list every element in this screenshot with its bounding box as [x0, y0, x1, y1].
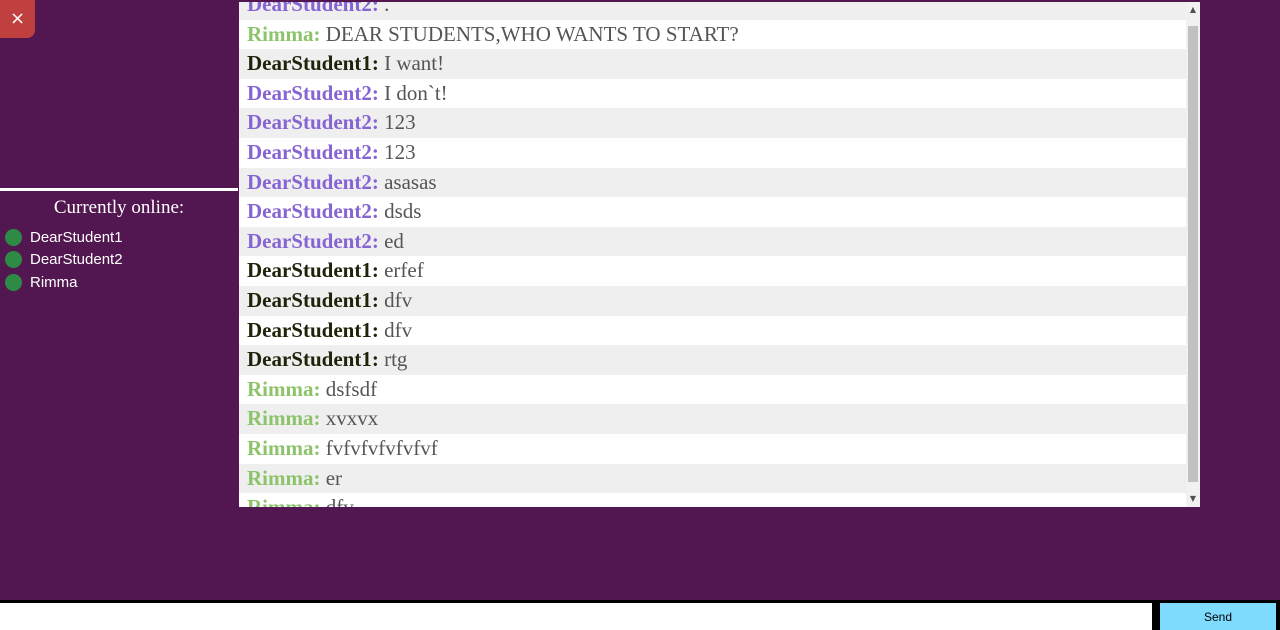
- message-text: rtg: [384, 347, 408, 372]
- message-text: asasas: [384, 169, 437, 194]
- message-text: dsds: [384, 199, 422, 224]
- message-text: dfv: [384, 287, 413, 312]
- online-user-name: DearStudent1: [30, 228, 123, 246]
- chat-scrollbar[interactable]: ▲ ▼: [1186, 2, 1200, 507]
- message-row: DearStudent1: I want!: [239, 49, 1186, 79]
- message-author: Rimma:: [247, 21, 321, 46]
- chat-messages-box[interactable]: DearStudent2: . Rimma: DEAR STUDENTS,WHO …: [239, 2, 1200, 507]
- message-text: I want!: [384, 51, 445, 76]
- message-text: .: [384, 2, 390, 16]
- message-text: dfv: [384, 317, 413, 342]
- message-text: fvfvfvfvfvfvf: [325, 435, 438, 460]
- message-row: Rimma: er: [239, 463, 1186, 494]
- message-row: DearStudent2: dsds: [239, 197, 1186, 227]
- close-button[interactable]: ×: [0, 0, 35, 38]
- online-user-item: Rimma: [0, 271, 238, 294]
- message-author: DearStudent2:: [247, 199, 379, 224]
- message-author: Rimma:: [247, 435, 321, 460]
- message-text: 123: [384, 139, 416, 164]
- message-input[interactable]: [0, 603, 1152, 630]
- online-user-item: DearStudent2: [0, 249, 238, 272]
- message-author: DearStudent2:: [247, 228, 379, 253]
- message-row: DearStudent1: rtg: [239, 345, 1186, 375]
- message-row: DearStudent2: I don`t!: [239, 78, 1186, 109]
- message-row: Rimma: fvfvfvfvfvfvf: [239, 433, 1186, 464]
- message-author: DearStudent1:: [247, 347, 379, 372]
- message-list: DearStudent2: . Rimma: DEAR STUDENTS,WHO …: [239, 2, 1186, 507]
- message-author: DearStudent1:: [247, 258, 379, 283]
- message-text: dfv: [326, 495, 354, 507]
- scroll-down-icon[interactable]: ▼: [1186, 491, 1200, 507]
- message-row: DearStudent1: dfv: [239, 315, 1186, 346]
- online-user-item: DearStudent1: [0, 226, 238, 249]
- online-status-icon: [5, 251, 22, 269]
- message-author: Rimma:: [247, 495, 320, 507]
- message-author: Rimma:: [247, 376, 321, 401]
- message-row: DearStudent1: dfv: [239, 285, 1186, 316]
- composer-bar: Send: [0, 600, 1280, 630]
- message-row: Rimma: xvxvx: [239, 404, 1186, 434]
- message-row: DearStudent2: asasas: [239, 167, 1186, 198]
- close-icon: ×: [9, 8, 26, 29]
- message-row: Rimma: DEAR STUDENTS,WHO WANTS TO START?: [239, 19, 1186, 50]
- scroll-up-icon[interactable]: ▲: [1186, 2, 1200, 18]
- message-text: 123: [384, 110, 416, 135]
- online-users-list: DearStudent1 DearStudent2 Rimma: [0, 226, 238, 294]
- message-text: xvxvx: [325, 406, 379, 431]
- message-author: DearStudent2:: [247, 110, 379, 135]
- message-text: dsfsdf: [325, 376, 378, 401]
- online-users-panel: Currently online: DearStudent1 DearStude…: [0, 196, 238, 294]
- message-row: DearStudent2: ed: [239, 226, 1186, 257]
- online-status-icon: [5, 228, 22, 246]
- message-author: DearStudent1:: [247, 287, 379, 312]
- message-author: DearStudent1:: [247, 51, 379, 76]
- online-status-icon: [5, 273, 22, 291]
- message-author: DearStudent2:: [247, 139, 379, 164]
- message-text: ed: [384, 228, 404, 253]
- message-author: Rimma:: [247, 406, 321, 431]
- online-user-name: Rimma: [30, 273, 78, 291]
- message-row: DearStudent2: .: [239, 2, 1186, 20]
- message-text: I don`t!: [384, 80, 448, 105]
- message-author: DearStudent1:: [247, 317, 379, 342]
- message-text: DEAR STUDENTS,WHO WANTS TO START?: [325, 21, 739, 46]
- message-row: DearStudent2: 123: [239, 108, 1186, 138]
- message-author: DearStudent2:: [247, 80, 379, 105]
- message-row: Rimma: dfv: [239, 493, 1186, 507]
- message-row: DearStudent1: erfef: [239, 256, 1186, 286]
- online-title: Currently online:: [53, 197, 185, 218]
- message-author: Rimma:: [247, 465, 321, 490]
- sidebar-divider: [0, 188, 238, 191]
- message-text: er: [325, 465, 343, 490]
- message-author: DearStudent2:: [247, 169, 379, 194]
- send-button[interactable]: Send: [1160, 603, 1276, 630]
- scroll-thumb[interactable]: [1188, 26, 1198, 482]
- message-author: DearStudent2:: [247, 2, 379, 16]
- message-row: DearStudent2: 123: [239, 137, 1186, 168]
- online-user-name: DearStudent2: [30, 251, 123, 269]
- message-text: erfef: [384, 258, 424, 283]
- message-row: Rimma: dsfsdf: [239, 374, 1186, 405]
